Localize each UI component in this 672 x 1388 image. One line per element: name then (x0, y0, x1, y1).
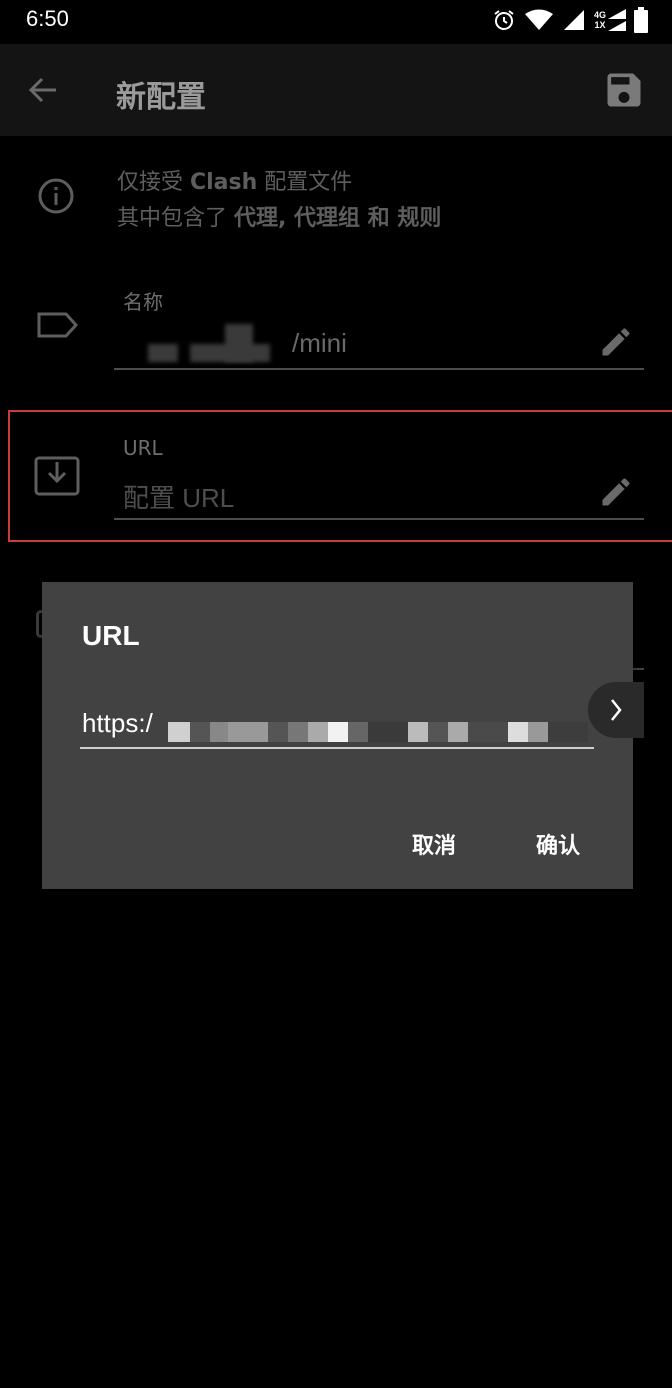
page-title: 新配置 (116, 80, 206, 115)
info-icon (38, 178, 74, 214)
name-underline (114, 368, 644, 370)
signal-icon (563, 10, 584, 30)
redacted-text (148, 344, 178, 362)
pencil-icon[interactable] (598, 324, 634, 360)
app-bar: 新配置 (0, 44, 672, 136)
chevron-right-icon (611, 699, 622, 721)
status-time: 6:50 (26, 6, 69, 31)
network-label-bottom: 1X (594, 20, 606, 30)
url-field[interactable]: URL 配置 URL (8, 410, 672, 542)
alarm-icon (494, 10, 514, 30)
arrow-left-icon (28, 77, 56, 103)
save-button[interactable] (602, 68, 646, 112)
url-underline (114, 518, 644, 520)
url-placeholder: 配置 URL (123, 483, 235, 513)
url-input-underline (80, 747, 594, 749)
name-label: 名称 (123, 290, 163, 314)
battery-icon (634, 7, 648, 33)
network-label-top: 4G (593, 10, 606, 20)
status-icons: 4G 1X (492, 6, 648, 34)
url-dialog: URL https:/ 取消 确认 (42, 582, 633, 889)
info-text-line2: 其中包含了 代理, 代理组 和 规则 (117, 206, 442, 231)
side-expand-handle[interactable] (588, 682, 644, 738)
cancel-button[interactable]: 取消 (412, 828, 456, 860)
confirm-button[interactable]: 确认 (536, 828, 580, 860)
download-icon (34, 456, 80, 496)
signal-4g-icon: 4G 1X (594, 9, 626, 31)
dialog-title: URL (82, 620, 140, 651)
save-icon (607, 73, 641, 107)
status-bar: 6:50 4G 1X (0, 0, 672, 44)
name-value: /mini (292, 328, 347, 358)
back-button[interactable] (24, 68, 64, 112)
wifi-icon (524, 9, 553, 30)
name-field[interactable]: 名称 /mini (0, 276, 672, 376)
url-label: URL (123, 436, 163, 460)
pencil-icon[interactable] (598, 474, 634, 510)
info-text-line1: 仅接受 Clash 配置文件 (117, 170, 353, 195)
url-input-value: https:/ (82, 708, 153, 738)
label-tag-icon (37, 312, 79, 338)
